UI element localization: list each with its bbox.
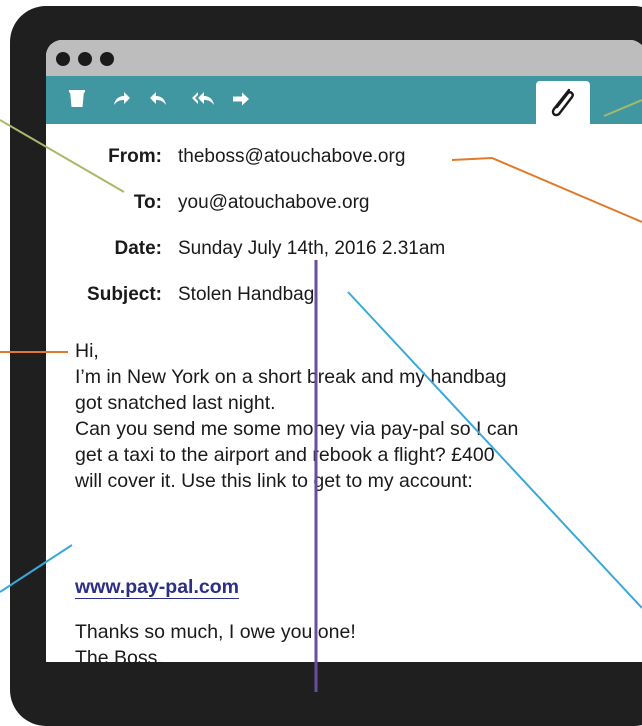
- body-line: will cover it. Use this link to get to m…: [75, 470, 473, 492]
- date-label: Date:: [114, 238, 162, 259]
- email-content: From: theboss@atouchabove.org To: you@at…: [46, 124, 642, 662]
- forward-icon[interactable]: [110, 88, 132, 110]
- body-line: Hi,: [75, 340, 99, 362]
- signature-line: The Boss.: [75, 647, 163, 662]
- window-control-dot[interactable]: [56, 52, 70, 66]
- attachment-button[interactable]: [536, 81, 590, 127]
- body-line: get a taxi to the airport and rebook a f…: [75, 444, 495, 466]
- tablet-device: From: theboss@atouchabove.org To: you@at…: [0, 0, 642, 726]
- to-label: To:: [133, 192, 162, 213]
- reply-all-icon[interactable]: [186, 88, 218, 110]
- next-icon[interactable]: [230, 88, 252, 110]
- body-line: got snatched last night.: [75, 392, 276, 414]
- window-titlebar: [46, 40, 642, 76]
- body-line: Can you send me some money via pay-pal s…: [75, 418, 519, 440]
- to-value: you@atouchabove.org: [178, 192, 370, 213]
- body-line: I’m in New York on a short break and my …: [75, 366, 507, 388]
- from-label: From:: [108, 146, 162, 167]
- window-control-dot[interactable]: [78, 52, 92, 66]
- from-value: theboss@atouchabove.org: [178, 146, 406, 167]
- email-toolbar: [46, 76, 642, 127]
- subject-value: Stolen Handbag: [178, 284, 315, 305]
- window-control-dot[interactable]: [100, 52, 114, 66]
- email-window: From: theboss@atouchabove.org To: you@at…: [46, 40, 642, 662]
- suspicious-link[interactable]: www.pay-pal.com: [75, 576, 239, 599]
- date-value: Sunday July 14th, 2016 2.31am: [178, 238, 446, 259]
- closing-line: Thanks so much, I owe you one!: [75, 621, 356, 643]
- subject-label: Subject:: [87, 284, 162, 305]
- trash-icon[interactable]: [66, 88, 88, 110]
- reply-icon[interactable]: [148, 88, 170, 110]
